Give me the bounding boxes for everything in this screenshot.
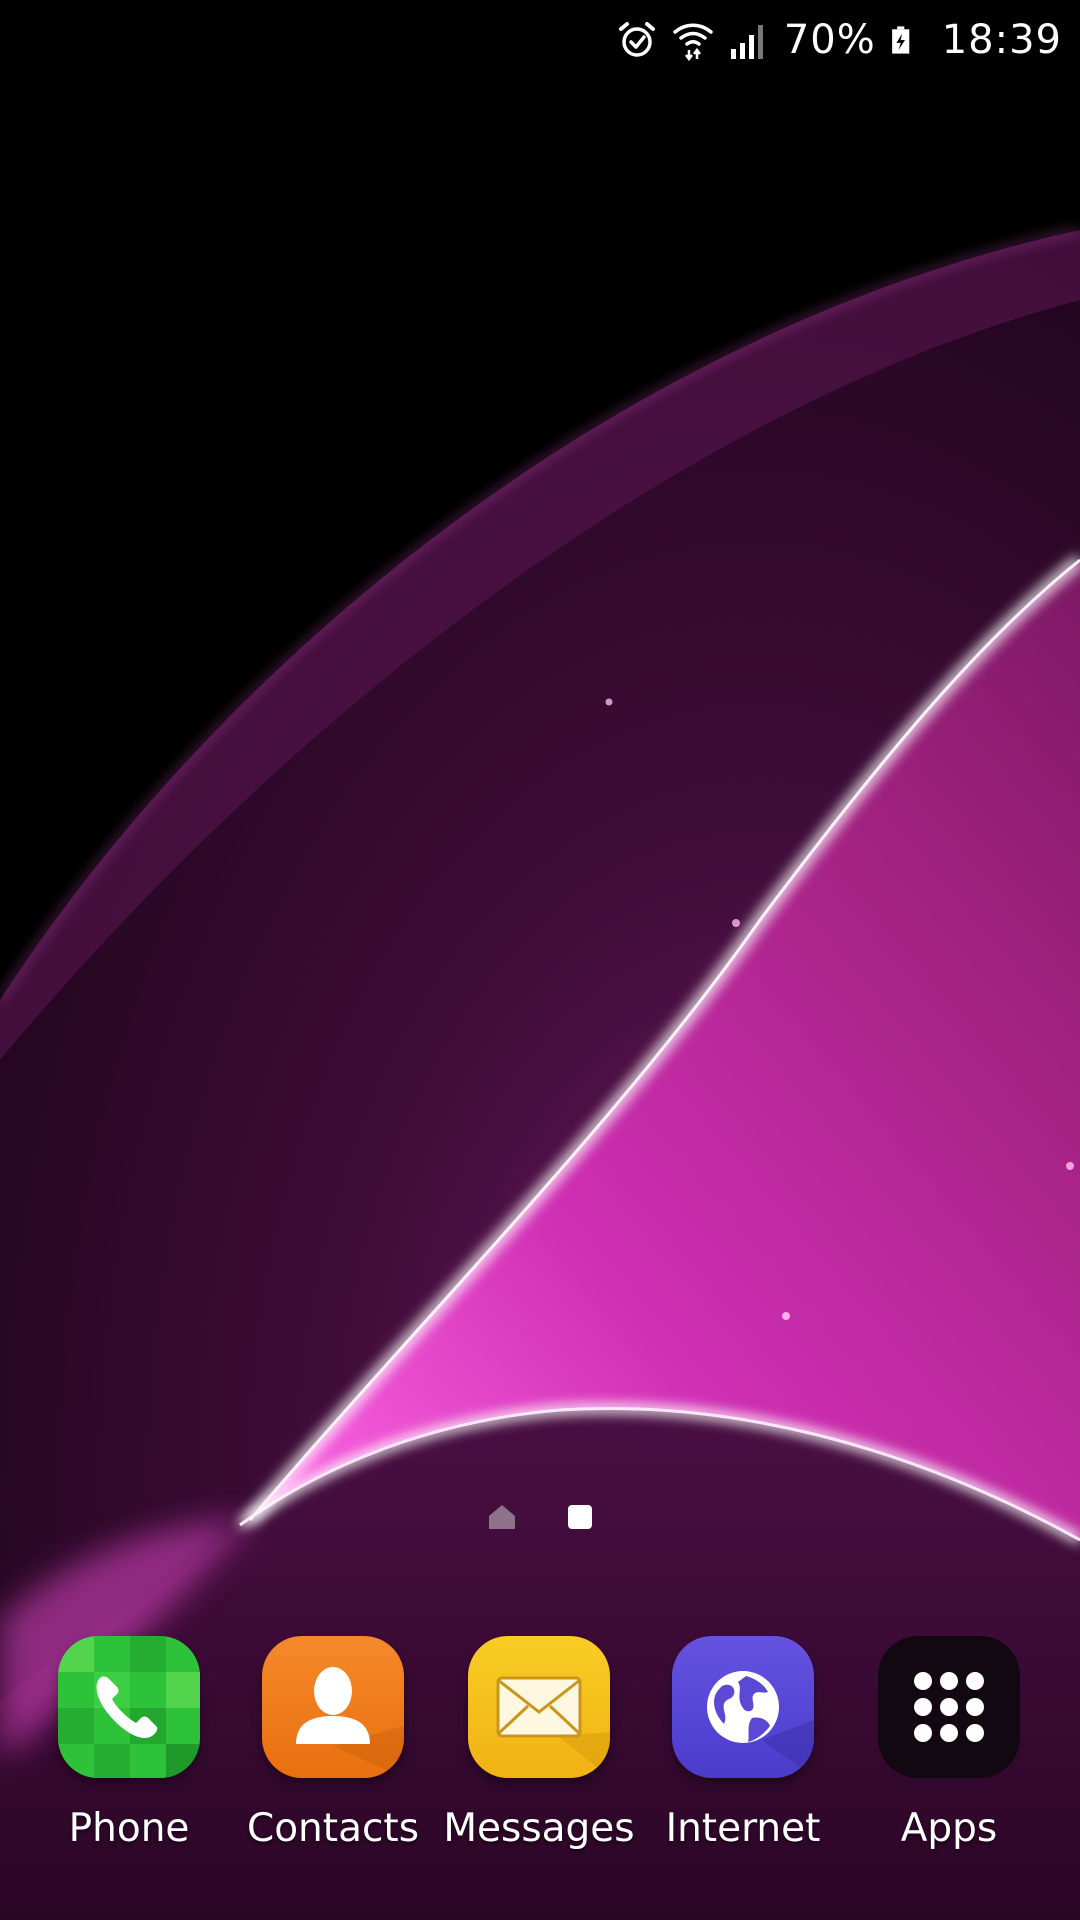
page-indicator[interactable] [0, 1504, 1080, 1530]
phone-app-label: Phone [68, 1806, 190, 1851]
phone-icon [58, 1636, 200, 1778]
internet-app-icon[interactable] [672, 1636, 814, 1778]
alarm-icon [618, 22, 655, 57]
envelope-icon [468, 1636, 610, 1778]
dock-app-apps[interactable]: Apps [846, 1636, 1052, 1851]
current-page-indicator-dot[interactable] [568, 1505, 592, 1529]
wifi-icon [673, 23, 713, 61]
dock-app-messages[interactable]: Messages [436, 1636, 642, 1851]
app-grid-icon [914, 1672, 984, 1742]
status-clock: 18:39 [941, 17, 1062, 63]
app-dock: Phone Contacts Messages Internet Apps [0, 1636, 1080, 1876]
home-screen: 70% 18:39 Phone Contacts Messages Intern… [0, 0, 1080, 1920]
globe-icon [672, 1636, 814, 1778]
battery-icon [891, 26, 910, 54]
wallpaper [0, 0, 1080, 1920]
apps-app-label: Apps [900, 1806, 998, 1851]
phone-app-icon[interactable] [58, 1636, 200, 1778]
messages-app-label: Messages [443, 1806, 635, 1851]
messages-app-icon[interactable] [468, 1636, 610, 1778]
battery-percentage: 70% [783, 17, 876, 63]
dock-app-contacts[interactable]: Contacts [230, 1636, 436, 1851]
home-page-indicator-icon[interactable] [488, 1504, 516, 1530]
dock-app-phone[interactable]: Phone [26, 1636, 232, 1851]
contacts-app-label: Contacts [246, 1806, 420, 1851]
apps-drawer-icon[interactable] [878, 1636, 1020, 1778]
contacts-app-icon[interactable] [262, 1636, 404, 1778]
dock-app-internet[interactable]: Internet [640, 1636, 846, 1851]
contact-icon [262, 1636, 404, 1778]
status-bar[interactable]: 70% 18:39 [0, 0, 1080, 80]
signal-icon [730, 25, 763, 59]
internet-app-label: Internet [665, 1806, 821, 1851]
